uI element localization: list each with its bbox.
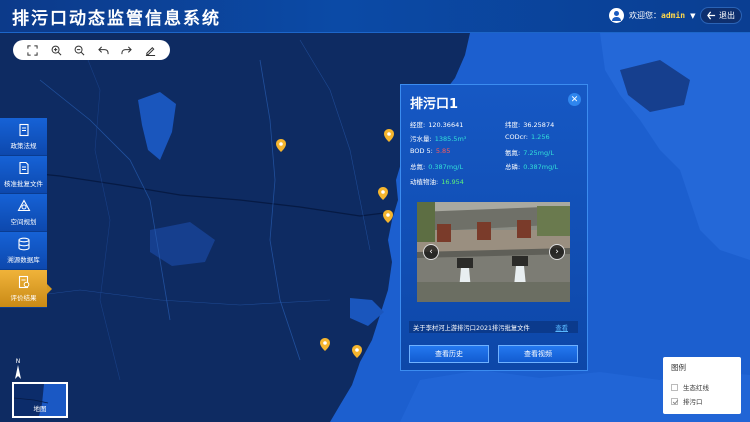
sidebar: 政策法规 核准批复文件 空间规划 溯源数据库 评价结果 [0, 118, 52, 308]
evaluation-icon [18, 275, 29, 289]
logout-button[interactable]: 退出 [700, 7, 742, 24]
outfall-marker[interactable] [352, 345, 362, 358]
database-icon [17, 237, 30, 251]
zoom-out-icon [74, 45, 85, 55]
app-title: 排污口动态监管信息系统 [12, 9, 221, 29]
basemap-switcher[interactable]: 地图 [12, 382, 68, 418]
edit-icon [145, 46, 155, 56]
sidebar-item-label: 评价结果 [10, 294, 37, 302]
fullscreen-icon [27, 44, 38, 56]
logout-label: 退出 [719, 11, 735, 20]
info-longitude: 经度: 120.36641 [410, 121, 464, 129]
fullscreen-button[interactable] [26, 43, 40, 57]
outfall-photo [417, 202, 570, 302]
welcome-label: 欢迎您： [629, 11, 661, 20]
photo-prev-button[interactable]: ‹ [423, 244, 439, 260]
legend-title: 图例 [671, 363, 686, 372]
zoom-out-button[interactable] [73, 43, 87, 57]
app-header: 排污口动态监管信息系统 欢迎您： admin ▼ 退出 [0, 0, 750, 33]
checkbox[interactable] [671, 397, 678, 405]
sidebar-item-policy[interactable]: 政策法规 [0, 118, 47, 156]
info-latitude: 纬度: 36.25874 [505, 121, 555, 129]
info-total-nitrogen: 总氮: 0.387mg/L [410, 163, 464, 171]
checkbox[interactable] [671, 383, 678, 391]
file-icon [18, 161, 29, 175]
photo-next-button[interactable]: › [549, 244, 565, 260]
info-ammonia: 氨氮: 7.25mg/L [505, 149, 554, 157]
map-legend: 图例 生态红线 排污口 [663, 357, 741, 414]
outfall-marker[interactable] [378, 187, 388, 200]
document-icon [18, 123, 29, 137]
info-bod: BOD 5: 5.85 [410, 147, 451, 155]
avatar-icon [609, 8, 624, 23]
username: admin [661, 11, 686, 20]
sidebar-item-label: 空间规划 [10, 218, 37, 226]
close-icon[interactable]: ✕ [568, 93, 581, 106]
undo-button[interactable] [96, 43, 110, 57]
north-arrow: N [15, 358, 21, 381]
popup-title: 排污口1 [410, 97, 459, 112]
outfall-marker[interactable] [383, 210, 393, 223]
info-sewage: 污水量: 1385.5m³ [410, 135, 467, 143]
approval-file-name: 关于李村河上游排污口2021排污批复文件 [413, 324, 530, 332]
user-menu[interactable]: 欢迎您： admin ▼ [609, 8, 695, 23]
legend-item-eco-redline[interactable]: 生态红线 [671, 382, 709, 392]
basemap-label: 地图 [33, 405, 47, 413]
sidebar-item-trace-database[interactable]: 溯源数据库 [0, 232, 47, 270]
redo-button[interactable] [120, 43, 134, 57]
edit-button[interactable] [143, 43, 157, 57]
info-total-phosphorus: 总磷: 0.387mg/L [505, 163, 559, 171]
chevron-down-icon[interactable]: ▼ [690, 12, 695, 20]
redo-icon [121, 45, 133, 54]
zoom-in-icon [51, 45, 62, 55]
plan-icon [17, 199, 30, 212]
undo-icon [97, 45, 109, 54]
map-basemap [0, 0, 750, 422]
approval-file-bar: 关于李村河上游排污口2021排污批复文件 查看 [409, 321, 578, 333]
legend-item-outfall[interactable]: 排污口 [671, 396, 703, 406]
sidebar-item-spatial-plan[interactable]: 空间规划 [0, 194, 47, 232]
map-toolbar [13, 40, 170, 60]
logout-icon [707, 11, 716, 20]
info-oil: 动植物油: 16.954 [410, 178, 464, 186]
chevron-right-icon: › [555, 247, 559, 257]
outfall-photo-image [417, 202, 570, 302]
sidebar-item-approval-files[interactable]: 核准批复文件 [0, 156, 47, 194]
sidebar-item-label: 核准批复文件 [4, 180, 43, 188]
map-canvas[interactable] [0, 0, 750, 422]
view-history-button[interactable]: 查看历史 [409, 345, 489, 363]
view-file-link[interactable]: 查看 [555, 323, 568, 332]
sidebar-item-evaluation[interactable]: 评价结果 [0, 270, 52, 308]
zoom-in-button[interactable] [49, 43, 63, 57]
sidebar-item-label: 溯源数据库 [7, 256, 40, 264]
outfall-marker[interactable] [276, 139, 286, 152]
outfall-marker[interactable] [384, 129, 394, 142]
sidebar-item-label: 政策法规 [10, 142, 37, 150]
view-video-button[interactable]: 查看视频 [498, 345, 578, 363]
outfall-marker[interactable] [320, 338, 330, 351]
info-cod: CODcr: 1.256 [505, 133, 550, 141]
chevron-left-icon: ‹ [429, 247, 433, 257]
north-arrow-icon [15, 365, 21, 379]
